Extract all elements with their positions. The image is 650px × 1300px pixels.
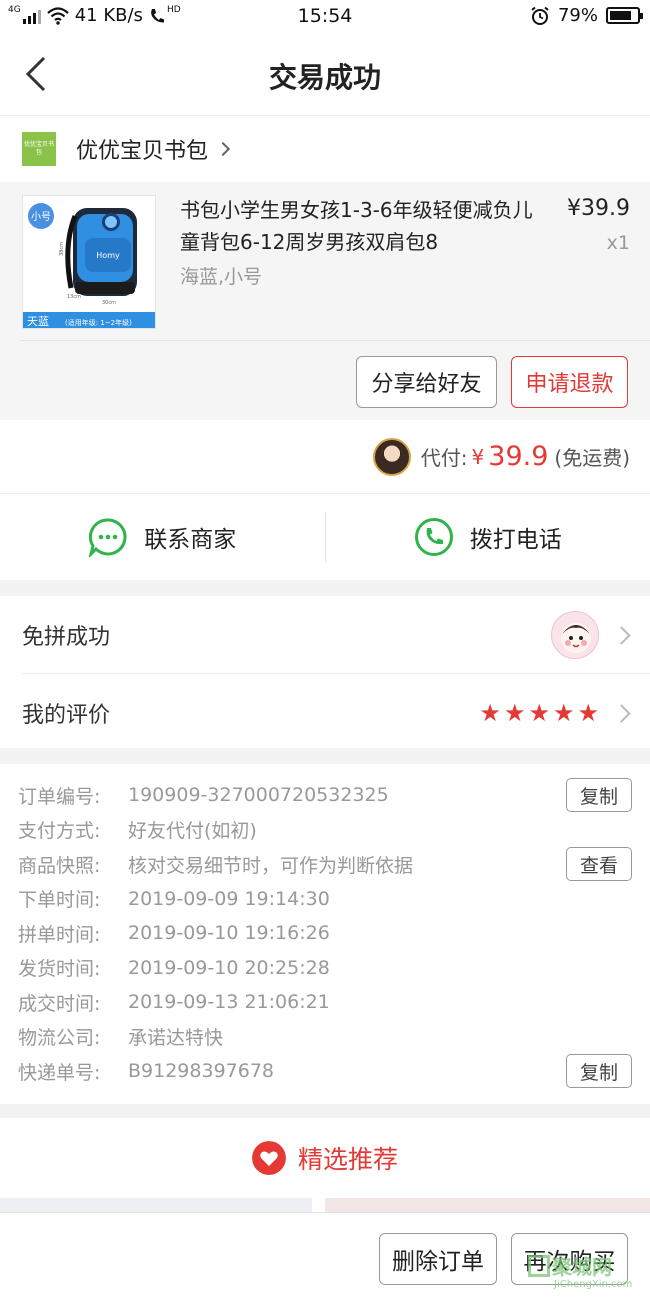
color-tag: 天蓝 (27, 315, 49, 328)
shop-row[interactable]: 优优宝贝书包 优优宝贝书包 (0, 116, 650, 182)
watermark: 聚城网 JiChengXin.com (528, 1251, 646, 1297)
backpack-image: 小号 Homy 38cm 30cm 13cm 天蓝 (适用年级: 1~2年级) (23, 196, 155, 328)
divider (20, 340, 650, 341)
recommend-preview (0, 1198, 650, 1212)
order-detail-label: 下单时间: (18, 889, 101, 911)
dim-width: 30cm (102, 300, 116, 306)
product-title[interactable]: 书包小学生男女孩1-3-6年级轻便减负儿童背包6-12周岁男孩双肩包8 (180, 194, 540, 258)
group-member-avatar (551, 611, 599, 659)
group-success-label: 免拼成功 (22, 625, 111, 650)
brand-text: Homy (96, 251, 120, 260)
order-detail-value: B91298397678 (128, 1060, 275, 1082)
product-card: 小号 Homy 38cm 30cm 13cm 天蓝 (适用年级: 1~2年级) … (0, 182, 650, 420)
order-detail-value: 好友代付(如初) (128, 820, 257, 842)
star-icon: ★ (479, 699, 501, 727)
status-right: 79% (530, 5, 643, 26)
phone-icon (414, 518, 453, 556)
order-detail-value: 核对交易细节时，可作为判断依据 (128, 854, 414, 877)
order-detail-value: 2019-09-13 21:06:21 (128, 991, 330, 1013)
payment-row: 代付: ¥ 39.9 (免运费) (0, 420, 650, 494)
dim-height: 38cm (59, 242, 65, 256)
payment-amount: 39.9 (488, 441, 549, 472)
call-phone-label: 拨打电话 (469, 527, 562, 553)
dim-depth: 13cm (67, 294, 81, 300)
delete-order-button[interactable]: 删除订单 (379, 1233, 497, 1285)
order-details: 订单编号: 190909-327000720532325 复制 支付方式: 好友代付(如… (0, 764, 650, 1104)
shop-logo: 优优宝贝书包 (22, 132, 56, 166)
order-detail-label: 快递单号: (18, 1061, 101, 1084)
contact-row: 联系商家 拨打电话 (0, 494, 650, 580)
order-detail-value: 190909-327000720532325 (128, 784, 389, 806)
star-icon: ★ (577, 699, 599, 727)
shipping-note: (免运费) (554, 446, 630, 470)
order-detail-row: 快递单号: B91298397678 (18, 1054, 632, 1088)
order-detail-row: 下单时间: 2019-09-09 19:14:30 (18, 882, 632, 916)
share-button[interactable]: 分享给好友 (356, 356, 497, 408)
grade-tag: (适用年级: 1~2年级) (65, 318, 132, 327)
star-icon: ★ (528, 699, 550, 727)
copy-button[interactable]: 复制 (566, 1054, 632, 1088)
chevron-right-icon (612, 703, 631, 723)
battery-icon (606, 7, 643, 24)
order-detail-label: 商品快照: (18, 854, 101, 877)
bottom-bar: 删除订单 再次购买 聚城网 JiChengXin.com (0, 1212, 650, 1300)
order-detail-row: 商品快照: 核对交易细节时，可作为判断依据 (18, 847, 632, 881)
view-snapshot-button[interactable]: 查看 (566, 847, 632, 881)
order-detail-row: 成交时间: 2019-09-13 21:06:21 (18, 985, 632, 1019)
my-review-label: 我的评价 (22, 703, 111, 728)
battery-percent: 79% (557, 5, 598, 26)
order-detail-label: 订单编号: (18, 785, 101, 808)
page-title: 交易成功 (268, 61, 381, 94)
order-detail-row: 支付方式: 好友代付(如初) (18, 813, 632, 847)
call-phone-button[interactable]: 拨打电话 (326, 494, 650, 580)
order-detail-value: 2019-09-10 20:25:28 (128, 956, 330, 979)
order-detail-row: 拼单时间: 2019-09-10 19:16:26 (18, 916, 632, 950)
payment-label: 代付: (420, 446, 468, 470)
watermark-text: 聚城网 (552, 1255, 612, 1279)
contact-merchant-label: 联系商家 (144, 527, 237, 553)
heart-icon (251, 1141, 286, 1175)
product-price: ¥39.9 (567, 196, 630, 221)
section-gap (0, 580, 650, 596)
product-image[interactable]: 小号 Homy 38cm 30cm 13cm 天蓝 (适用年级: 1~2年级) (22, 195, 156, 329)
order-detail-label: 发货时间: (18, 958, 101, 980)
order-detail-label: 物流公司: (18, 1027, 101, 1049)
watermark-url: JiChengXin.com (554, 1279, 633, 1290)
order-detail-row: 订单编号: 190909-327000720532325 (18, 778, 632, 812)
status-bar: 4G 41 KB/s HD 15:54 79% (0, 0, 650, 34)
section-gap (0, 1104, 650, 1118)
group-success-row[interactable]: 免拼成功 (0, 596, 650, 674)
order-detail-row: 物流公司: 承诺达特快 (18, 1020, 632, 1054)
order-detail-label: 成交时间: (18, 992, 101, 1015)
payer-avatar (372, 437, 411, 476)
star-icon: ★ (503, 699, 526, 727)
nav-bar: 交易成功 (0, 34, 650, 116)
chat-icon (88, 518, 127, 557)
rating-stars: ★ ★ ★ ★ ★ (479, 701, 599, 725)
alarm-icon (531, 6, 549, 25)
watermark-logo (528, 1255, 550, 1277)
my-review-row[interactable]: 我的评价 ★ ★ ★ ★ ★ (0, 674, 650, 752)
order-detail-value: 承诺达特快 (128, 1027, 224, 1049)
order-detail-label: 拼单时间: (18, 923, 101, 946)
order-detail-value: 2019-09-09 19:14:30 (128, 887, 330, 910)
star-icon: ★ (552, 699, 575, 727)
refund-button[interactable]: 申请退款 (511, 356, 628, 408)
chevron-right-icon (215, 141, 231, 157)
order-detail-row: 发货时间: 2019-09-10 20:25:28 (18, 951, 632, 985)
order-detail-value: 2019-09-10 19:16:26 (128, 922, 330, 944)
shop-name: 优优宝贝书包 (76, 139, 209, 164)
product-quantity: x1 (606, 232, 630, 254)
size-tag: 小号 (31, 211, 51, 223)
order-detail-label: 支付方式: (18, 820, 101, 842)
battery-fill (610, 11, 631, 20)
product-spec: 海蓝,小号 (180, 266, 263, 288)
recommend-header: 精选推荐 (0, 1118, 650, 1198)
recommend-label: 精选推荐 (297, 1145, 398, 1174)
copy-button[interactable]: 复制 (566, 778, 632, 812)
contact-merchant-button[interactable]: 联系商家 (0, 494, 325, 580)
payment-currency: ¥ (471, 444, 485, 469)
section-gap (0, 748, 650, 764)
chevron-right-icon (612, 625, 631, 645)
